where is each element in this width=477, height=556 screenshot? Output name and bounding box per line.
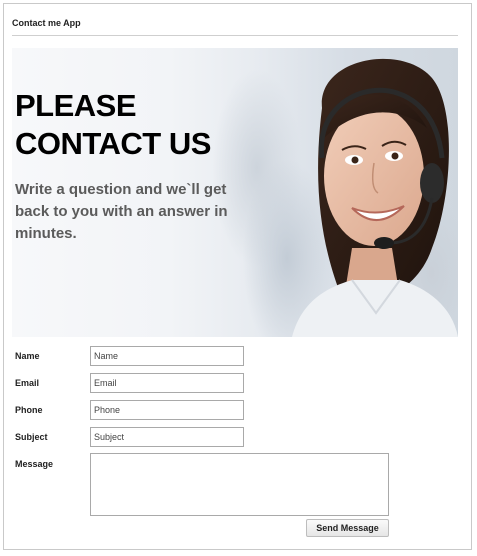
headset-icon bbox=[420, 163, 444, 203]
support-agent-photo bbox=[292, 58, 458, 337]
app-title: Contact me App bbox=[12, 18, 81, 28]
hero-subheading: Write a question and we`ll get back to y… bbox=[15, 181, 228, 242]
subject-input[interactable] bbox=[90, 427, 244, 447]
name-input[interactable] bbox=[90, 346, 244, 366]
email-input[interactable] bbox=[90, 373, 244, 393]
message-label: Message bbox=[15, 459, 54, 469]
subject-label: Subject bbox=[15, 432, 48, 442]
phone-input[interactable] bbox=[90, 400, 244, 420]
email-label: Email bbox=[15, 378, 40, 388]
send-message-button[interactable]: Send Message bbox=[306, 519, 389, 537]
message-textarea[interactable] bbox=[90, 453, 389, 516]
hero-banner: PLEASE CONTACT US Write a question and w… bbox=[12, 48, 458, 337]
name-label: Name bbox=[15, 351, 40, 361]
title-divider bbox=[12, 35, 458, 36]
hero-heading: PLEASE CONTACT US bbox=[15, 88, 211, 161]
phone-label: Phone bbox=[15, 405, 43, 415]
